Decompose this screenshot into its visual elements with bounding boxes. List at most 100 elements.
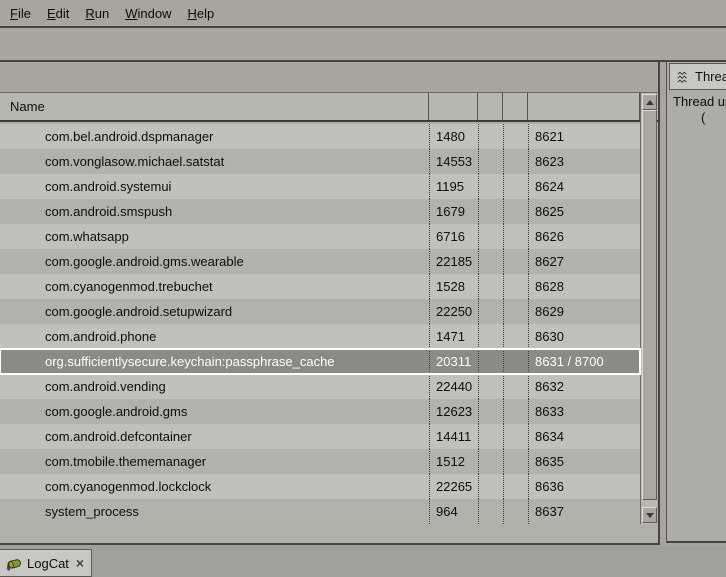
table-row[interactable]: org.sufficientlysecure.keychain:passphra…	[0, 349, 640, 374]
client-debug-port: 8623	[528, 149, 640, 174]
table-row[interactable]: com.android.smspush1679 8625	[0, 199, 640, 224]
scroll-up-button[interactable]	[642, 94, 657, 110]
tab-logcat-label: LogCat	[27, 556, 69, 571]
client-empty-cell	[503, 399, 528, 424]
client-empty-cell	[503, 349, 528, 374]
main-toolbar	[0, 28, 726, 60]
client-empty-cell	[503, 174, 528, 199]
client-empty-cell	[503, 124, 528, 149]
client-debug-port: 8626	[528, 224, 640, 249]
table-row[interactable]: com.cyanogenmod.lockclock22265 8636	[0, 474, 640, 499]
table-row[interactable]: com.bel.android.dspmanager1480 8621	[0, 124, 640, 149]
client-pid: 22440	[429, 374, 478, 399]
table-row[interactable]: com.whatsapp67168626	[0, 224, 640, 249]
client-empty-cell	[503, 199, 528, 224]
devices-panel: Devices ×	[0, 62, 660, 545]
client-pid: 964	[429, 499, 478, 524]
client-name: com.whatsapp	[0, 224, 429, 249]
client-name: com.android.vending	[0, 374, 429, 399]
client-pid: 1528	[429, 274, 478, 299]
client-pid: 1480	[429, 124, 478, 149]
client-pid: 20311	[429, 349, 478, 374]
client-debug-port: 8636	[528, 474, 640, 499]
menu-window[interactable]: Window	[117, 3, 179, 24]
threads-icon	[676, 70, 690, 84]
client-name: com.google.android.gms	[0, 399, 429, 424]
client-name: com.android.smspush	[0, 199, 429, 224]
client-empty-cell	[478, 299, 503, 324]
client-empty-cell	[478, 499, 503, 524]
client-pid: 12623	[429, 399, 478, 424]
column-header-name[interactable]: Name	[0, 93, 429, 120]
client-pid: 14411	[429, 424, 478, 449]
client-empty-cell	[503, 449, 528, 474]
table-row[interactable]: com.android.vending22440 8632	[0, 374, 640, 399]
client-empty-cell	[503, 374, 528, 399]
client-name: com.vonglasow.michael.satstat	[0, 149, 429, 174]
client-empty-cell	[478, 124, 503, 149]
client-name: com.google.android.setupwizard	[0, 299, 429, 324]
table-row[interactable]: com.vonglasow.michael.satstat145538623	[0, 149, 640, 174]
client-debug-port: 8625	[528, 199, 640, 224]
client-pid: 22250	[429, 299, 478, 324]
client-name: com.cyanogenmod.trebuchet	[0, 274, 429, 299]
client-empty-cell	[503, 324, 528, 349]
column-header-empty[interactable]	[478, 93, 503, 120]
tab-threads[interactable]: Threads	[669, 63, 726, 90]
table-row[interactable]: com.android.systemui1195 8624	[0, 174, 640, 199]
client-debug-port: 8624	[528, 174, 640, 199]
client-debug-port: 8632	[528, 374, 640, 399]
client-debug-port: 8633	[528, 399, 640, 424]
table-row[interactable]: system_process9648637	[0, 499, 640, 524]
client-pid: 22185	[429, 249, 478, 274]
tab-logcat[interactable]: LogCat ×	[0, 549, 92, 577]
table-row[interactable]: com.google.android.gms.wearable221858627	[0, 249, 640, 274]
client-pid: 1195	[429, 174, 478, 199]
threads-message: Thread up (	[673, 94, 726, 126]
client-debug-port: 8634	[528, 424, 640, 449]
client-empty-cell	[478, 424, 503, 449]
client-pid: 1471	[429, 324, 478, 349]
table-body: com.bel.android.dspmanager14808621com.vo…	[0, 124, 640, 524]
ddms-window: File Edit Run Window Help	[0, 0, 726, 577]
client-pid: 22265	[429, 474, 478, 499]
column-header-pid[interactable]	[429, 93, 478, 120]
table-row[interactable]: com.cyanogenmod.trebuchet15288628	[0, 274, 640, 299]
menu-bar: File Edit Run Window Help	[0, 0, 726, 26]
client-name: com.android.phone	[0, 324, 429, 349]
client-name: com.android.systemui	[0, 174, 429, 199]
menu-edit[interactable]: Edit	[39, 3, 77, 24]
client-name: com.bel.android.dspmanager	[0, 124, 429, 149]
client-empty-cell	[478, 399, 503, 424]
client-pid: 1679	[429, 199, 478, 224]
threads-panel: Threads Thread up (	[666, 62, 726, 543]
logcat-icon	[6, 555, 22, 571]
client-empty-cell	[478, 324, 503, 349]
menu-help[interactable]: Help	[179, 3, 222, 24]
threads-message-line2: (	[673, 110, 726, 126]
vertical-scrollbar-thumb[interactable]	[642, 110, 657, 500]
table-row[interactable]: com.android.defcontainer144118634	[0, 424, 640, 449]
scroll-down-button[interactable]	[642, 507, 657, 523]
client-name: com.cyanogenmod.lockclock	[0, 474, 429, 499]
client-empty-cell	[478, 224, 503, 249]
client-name: system_process	[0, 499, 429, 524]
close-icon[interactable]: ×	[74, 558, 84, 568]
clients-table: Name com.bel.android.dspmanager14808621c…	[0, 92, 658, 543]
menu-file[interactable]: File	[2, 3, 39, 24]
column-header-port[interactable]	[528, 93, 640, 120]
table-row[interactable]: com.google.android.gms12623 8633	[0, 399, 640, 424]
client-debug-port: 8627	[528, 249, 640, 274]
table-row[interactable]: com.android.phone14718630	[0, 324, 640, 349]
menu-run[interactable]: Run	[77, 3, 117, 24]
client-empty-cell	[478, 174, 503, 199]
table-row[interactable]: com.google.android.setupwizard222508629	[0, 299, 640, 324]
client-empty-cell	[478, 474, 503, 499]
table-row[interactable]: com.tmobile.thememanager15128635	[0, 449, 640, 474]
column-header-empty[interactable]	[503, 93, 528, 120]
vertical-scrollbar[interactable]	[640, 93, 657, 524]
client-debug-port: 8621	[528, 124, 640, 149]
client-debug-port: 8635	[528, 449, 640, 474]
client-empty-cell	[478, 349, 503, 374]
table-header: Name	[0, 93, 658, 122]
